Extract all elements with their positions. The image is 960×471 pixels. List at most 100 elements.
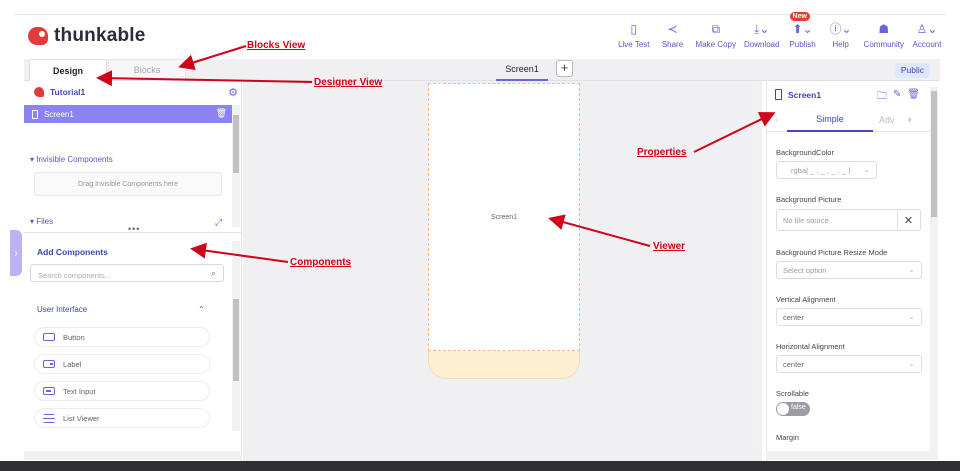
category-user-interface[interactable]: User Interface	[37, 305, 87, 314]
invisible-drop-zone[interactable]: Drag Invisible Components here	[34, 172, 222, 196]
component-list-viewer[interactable]: List Viewer	[34, 408, 210, 428]
menu-account[interactable]: ♙⌄ Account	[908, 21, 946, 49]
prop-value: No file source	[783, 215, 829, 225]
menu-download[interactable]: ⤓⌄ Download	[740, 21, 784, 49]
logo-text: thunkable	[54, 25, 146, 46]
prop-value: center	[783, 359, 804, 369]
properties-scrollbar[interactable]	[930, 87, 938, 453]
download-icon: ⤓⌄	[754, 22, 770, 36]
component-label: Label	[63, 359, 82, 369]
share-icon: ≺	[667, 22, 678, 36]
menu-community[interactable]: ☗ Community	[860, 21, 908, 49]
info-icon: ⓘ⌄	[829, 22, 852, 36]
prop-label-resize-mode: Background Picture Resize Mode	[776, 248, 888, 257]
search-input[interactable]	[31, 267, 191, 284]
resize-mode-select[interactable]: Select option ⌄	[776, 261, 922, 279]
tab-row: Design Blocks Screen1 + Public	[24, 59, 940, 81]
files-heading[interactable]: ▾ Files	[30, 217, 53, 226]
tree-item-screen1[interactable]: Screen1 🗑	[24, 105, 232, 123]
clear-picture-button[interactable]: ✕	[897, 209, 921, 231]
canvas-scrollbar[interactable]	[754, 81, 762, 453]
scrollbar-thumb[interactable]	[233, 299, 239, 381]
chevron-down-icon: ⌄	[908, 265, 915, 274]
prop-label-background-color: BackgroundColor	[776, 148, 834, 157]
menu-label: Make Copy	[695, 40, 736, 49]
chevron-left-icon[interactable]: ‹	[775, 114, 778, 124]
publish-icon: ⬆⌄	[792, 22, 813, 36]
screen-tab[interactable]: Screen1	[496, 59, 548, 81]
button-icon	[43, 333, 55, 341]
menu-help[interactable]: ⓘ⌄ Help	[822, 21, 860, 49]
add-screen-button[interactable]: +	[556, 60, 573, 77]
component-label: Button	[63, 332, 85, 342]
screen-label: Screen1	[490, 214, 518, 221]
phone-icon: ▯	[630, 22, 638, 36]
search-icon: ⌕	[210, 268, 216, 278]
panel-divider	[24, 232, 242, 233]
toggle-text: false	[791, 404, 806, 411]
label-icon	[43, 360, 55, 368]
gear-icon[interactable]: ⚙	[228, 86, 238, 99]
copy-icon: ⧉	[711, 22, 721, 36]
bottom-bar	[0, 461, 960, 471]
public-button[interactable]: Public	[894, 63, 930, 78]
properties-panel: Screen1 🗀 ✎ 🗑 ‹ Simple Adv › BackgroundC…	[766, 81, 938, 461]
scrollbar-thumb[interactable]	[931, 91, 937, 217]
menu-share[interactable]: ≺ Share	[654, 21, 692, 49]
prop-value: rgba( _ , _ , _ , _ )	[791, 165, 851, 175]
menu-label: Account	[912, 40, 942, 49]
menu-live-test[interactable]: ▯ Live Test	[614, 21, 653, 49]
menu-label: Help	[832, 40, 849, 49]
project-name: Tutorial1	[50, 87, 86, 97]
project-header[interactable]: Tutorial1 ⚙	[24, 81, 242, 103]
annotation-components: Components	[290, 257, 352, 268]
folder-icon[interactable]: 🗀	[877, 89, 887, 106]
toggle-knob	[777, 403, 789, 415]
logo[interactable]: thunkable	[28, 25, 146, 47]
list-icon	[43, 413, 55, 423]
search-box[interactable]: ⌕	[30, 264, 224, 284]
menu-label: Download	[743, 40, 780, 49]
horizontal-alignment-select[interactable]: center ⌄	[776, 355, 922, 373]
chevron-down-icon: ⌄	[908, 359, 915, 368]
expand-icon[interactable]: ⤢	[215, 217, 222, 228]
tab-advanced[interactable]: Adv	[879, 108, 909, 132]
invisible-components-heading[interactable]: ▾ Invisible Components	[30, 155, 113, 164]
phone-preview[interactable]: Screen1	[428, 83, 580, 379]
collapse-panel-button[interactable]: ›	[10, 230, 22, 276]
tree-item-label: Screen1	[44, 109, 74, 119]
annotation-blocks-view: Blocks View	[247, 40, 306, 51]
background-picture-input[interactable]: No file source	[776, 209, 898, 231]
prop-label-vertical-alignment: Vertical Alignment	[776, 295, 836, 304]
scrollbar-thumb[interactable]	[233, 115, 239, 173]
edit-icon[interactable]: ✎	[893, 89, 901, 106]
annotation-properties: Properties	[637, 147, 687, 158]
component-button[interactable]: Button	[34, 327, 210, 347]
tab-simple[interactable]: Simple	[787, 108, 873, 132]
menu-label: Community	[863, 40, 904, 49]
app-root: thunkable ▯ Live Test ≺ Share ⧉ Make Cop…	[0, 0, 960, 471]
tab-blocks[interactable]: Blocks	[108, 59, 186, 81]
chevron-right-icon[interactable]: ›	[908, 114, 911, 124]
vertical-alignment-select[interactable]: center ⌄	[776, 308, 922, 326]
tree-scrollbar[interactable]	[232, 105, 240, 227]
project-icon	[34, 87, 44, 97]
menu-make-copy[interactable]: ⧉ Make Copy	[692, 21, 740, 49]
background-color-input[interactable]: rgba( _ , _ , _ , _ ) ⌄	[776, 161, 877, 179]
component-text-input[interactable]: Text Input	[34, 381, 210, 401]
community-icon: ☗	[878, 22, 890, 36]
chevron-up-icon[interactable]: ⌃	[198, 305, 205, 314]
right-hscrollbar[interactable]	[766, 451, 938, 460]
trash-icon[interactable]: 🗑	[907, 89, 920, 106]
prop-label-horizontal-alignment: Horizontal Alignment	[776, 342, 845, 351]
component-label[interactable]: Label	[34, 354, 210, 374]
components-scrollbar[interactable]	[232, 241, 240, 431]
menu-publish[interactable]: New ⬆⌄ Publish	[784, 12, 822, 49]
account-icon: ♙⌄	[916, 22, 938, 36]
left-hscrollbar[interactable]	[24, 451, 242, 460]
trash-icon[interactable]: 🗑	[216, 108, 227, 119]
menu-label: Publish	[789, 40, 816, 49]
phone-bottom	[428, 351, 580, 379]
scrollable-toggle[interactable]: false	[776, 402, 810, 416]
tab-design[interactable]: Design	[29, 59, 107, 81]
